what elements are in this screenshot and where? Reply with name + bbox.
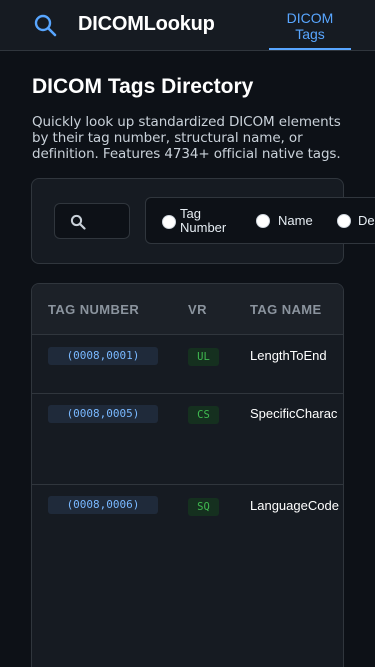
vr-badge: UL bbox=[188, 348, 219, 366]
nav-tab-dicom-tags[interactable]: DICOM Tags bbox=[269, 0, 351, 50]
radio-label-tag-number[interactable]: Tag Number bbox=[180, 207, 238, 235]
table-header: TAG NUMBER VR TAG NAME bbox=[32, 284, 343, 335]
search-icon bbox=[70, 214, 86, 230]
radio-label-definition[interactable]: De bbox=[358, 214, 375, 228]
search-mode-radio-group: Tag Number Name De bbox=[145, 197, 375, 244]
column-header-vr[interactable]: VR bbox=[188, 302, 207, 317]
row-divider bbox=[32, 393, 343, 394]
tag-name[interactable]: SpecificCharac bbox=[250, 406, 337, 421]
tag-name[interactable]: LanguageCode bbox=[250, 498, 339, 513]
page-title: DICOM Tags Directory bbox=[32, 75, 254, 98]
app-brand[interactable]: DICOMLookup bbox=[78, 13, 215, 36]
radio-definition[interactable] bbox=[337, 214, 351, 228]
nav-tab-label: DICOM Tags bbox=[286, 10, 334, 42]
vr-badge: CS bbox=[188, 406, 219, 424]
radio-label-name[interactable]: Name bbox=[278, 214, 313, 228]
tag-number-badge[interactable]: (0008,0006) bbox=[48, 496, 158, 514]
row-divider bbox=[32, 484, 343, 485]
radio-tag-number[interactable] bbox=[162, 215, 176, 229]
app-header: DICOMLookup DICOM Tags bbox=[0, 0, 375, 51]
column-header-tag-name[interactable]: TAG NAME bbox=[250, 302, 322, 317]
tag-name[interactable]: LengthToEnd bbox=[250, 348, 327, 363]
search-input[interactable] bbox=[54, 203, 130, 239]
tag-number-badge[interactable]: (0008,0001) bbox=[48, 347, 158, 365]
vr-badge: SQ bbox=[188, 498, 219, 516]
column-header-tag-number[interactable]: TAG NUMBER bbox=[48, 302, 139, 317]
search-icon[interactable] bbox=[33, 13, 57, 37]
page-description: Quickly look up standardized DICOM eleme… bbox=[32, 114, 341, 162]
radio-name[interactable] bbox=[256, 214, 270, 228]
tags-table: TAG NUMBER VR TAG NAME (0008,0001) UL Le… bbox=[31, 283, 344, 667]
tag-number-badge[interactable]: (0008,0005) bbox=[48, 405, 158, 423]
